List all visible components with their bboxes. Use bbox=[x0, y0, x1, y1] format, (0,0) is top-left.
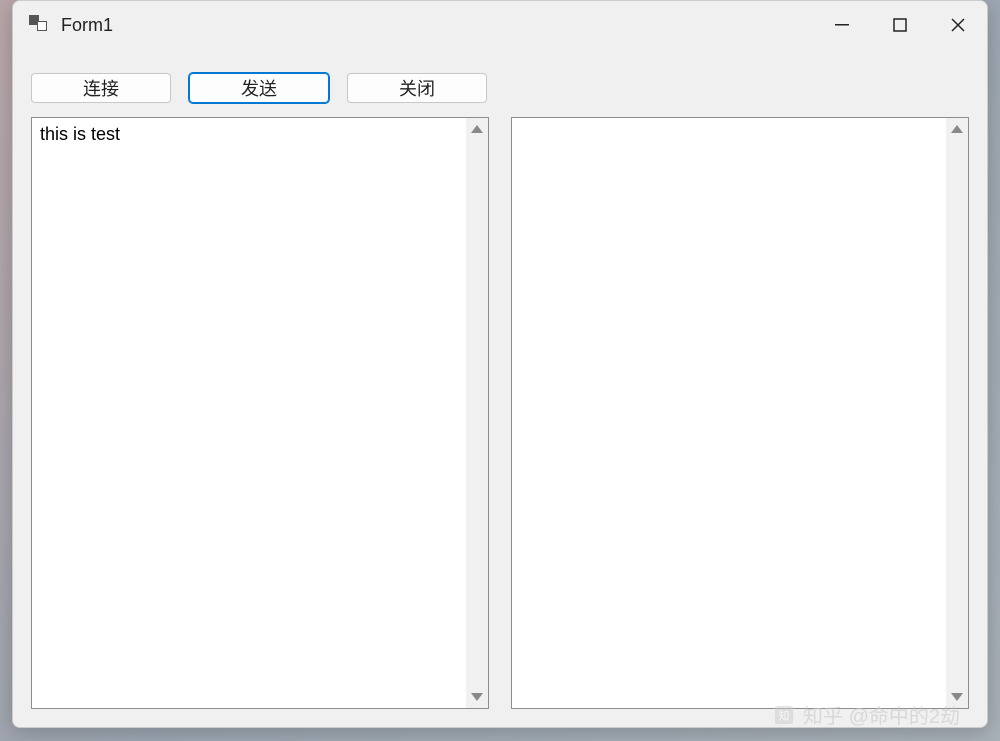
app-icon bbox=[29, 15, 49, 35]
right-textbox-container bbox=[511, 117, 969, 709]
close-window-button[interactable] bbox=[929, 1, 987, 49]
content-area bbox=[13, 117, 987, 727]
window-title: Form1 bbox=[61, 15, 113, 36]
right-scrollbar[interactable] bbox=[946, 118, 968, 708]
maximize-button[interactable] bbox=[871, 1, 929, 49]
scroll-down-icon[interactable] bbox=[946, 686, 968, 708]
left-textbox-container bbox=[31, 117, 489, 709]
titlebar: Form1 bbox=[13, 1, 987, 49]
left-textbox[interactable] bbox=[32, 118, 466, 708]
minimize-button[interactable] bbox=[813, 1, 871, 49]
app-window: Form1 连接 发送 关闭 bbox=[12, 0, 988, 728]
send-button[interactable]: 发送 bbox=[189, 73, 329, 103]
right-textbox[interactable] bbox=[512, 118, 946, 708]
scroll-down-icon[interactable] bbox=[466, 686, 488, 708]
toolbar: 连接 发送 关闭 bbox=[13, 49, 987, 117]
close-button[interactable]: 关闭 bbox=[347, 73, 487, 103]
connect-button[interactable]: 连接 bbox=[31, 73, 171, 103]
window-controls bbox=[813, 1, 987, 49]
scroll-up-icon[interactable] bbox=[466, 118, 488, 140]
left-scrollbar[interactable] bbox=[466, 118, 488, 708]
scroll-up-icon[interactable] bbox=[946, 118, 968, 140]
